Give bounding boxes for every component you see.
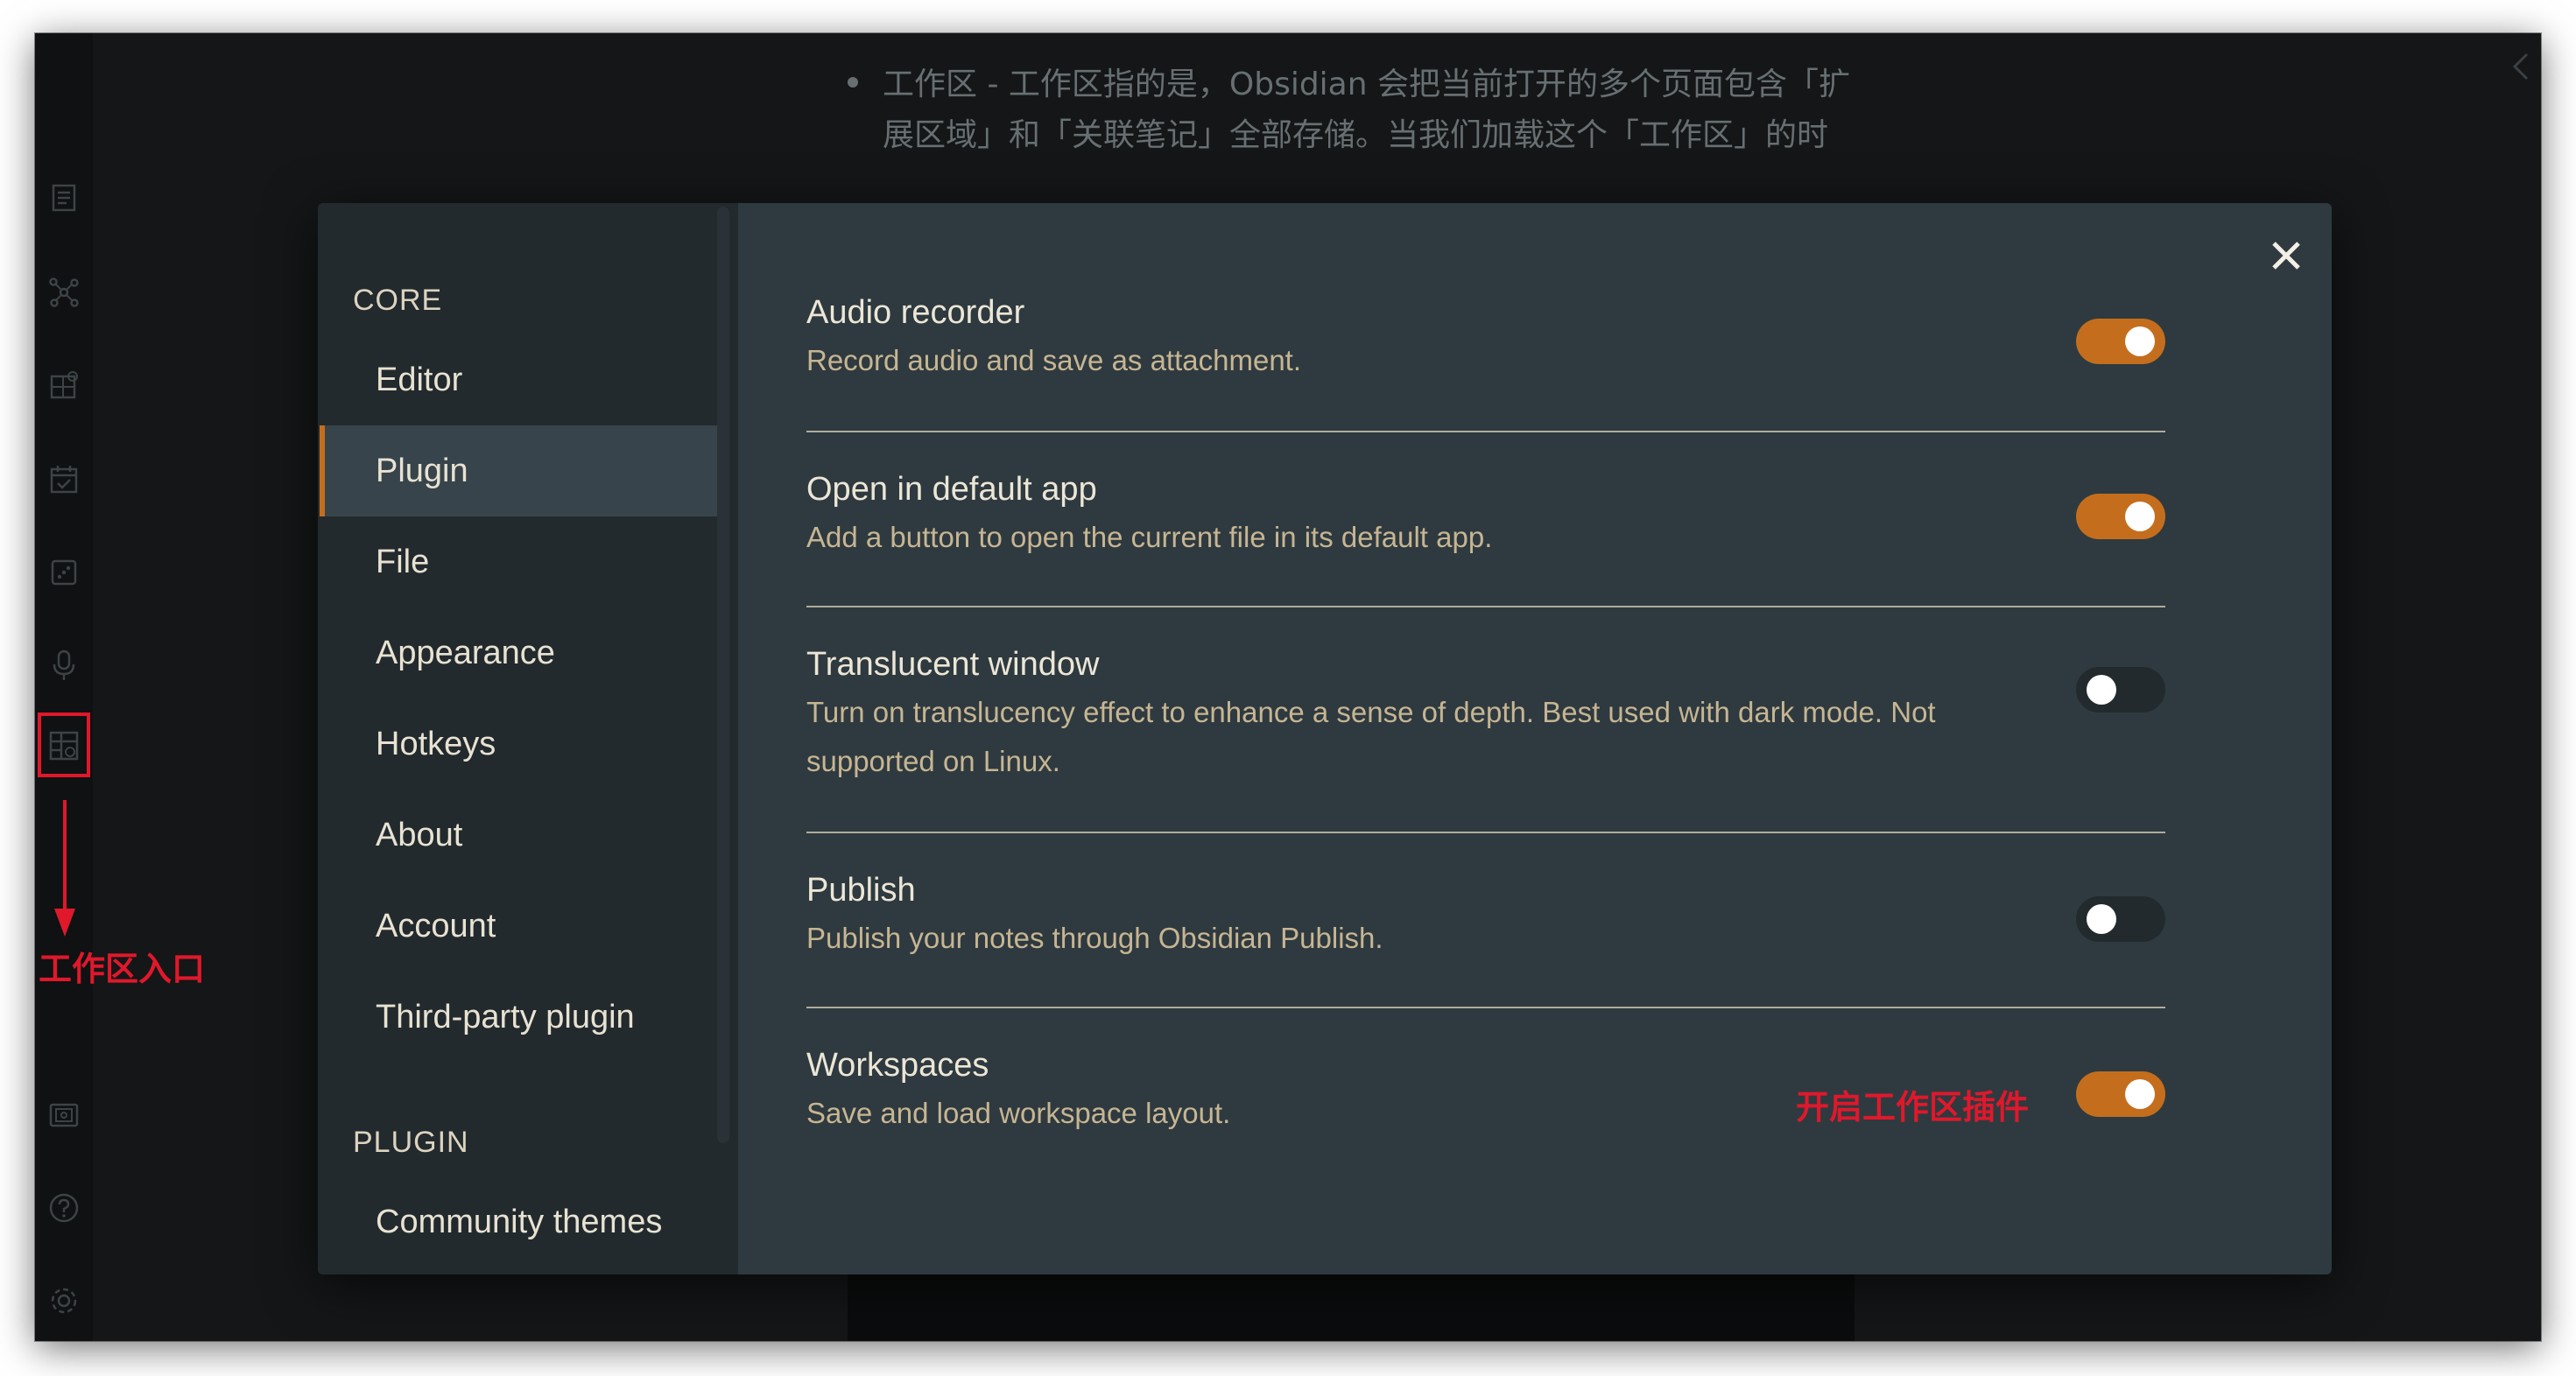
setting-description: Publish your notes through Obsidian Publ… — [806, 922, 1383, 954]
microphone-icon[interactable] — [46, 648, 81, 683]
expand-right-icon[interactable] — [2508, 49, 2534, 88]
annotation-arrow-icon — [54, 800, 75, 944]
close-button[interactable] — [2260, 229, 2312, 282]
background-line: 展区域」和「关联笔记」全部存储。当我们加载这个「工作区」的时 — [883, 117, 1829, 153]
dice-icon[interactable] — [46, 555, 81, 590]
divider — [806, 1007, 2165, 1008]
settings-modal: CORE Editor Plugin File Appearance Hotke… — [318, 203, 2332, 1274]
nav-third-party-plugin[interactable]: Third-party plugin — [320, 972, 717, 1063]
nav-appearance[interactable]: Appearance — [320, 607, 717, 699]
toggle-knob — [2087, 675, 2116, 705]
obsidian-window: 工作区入口 工作区 - 工作区指的是，Obsidian 会把当前打开的多个页面包… — [35, 33, 2541, 1341]
vault-icon[interactable] — [46, 1098, 81, 1133]
setting-description: Turn on translucency effect to enhance a… — [806, 696, 1936, 777]
nav-hotkeys[interactable]: Hotkeys — [320, 699, 717, 790]
plugin-heading: PLUGIN — [353, 1126, 469, 1159]
setting-publish: Publish Publish your notes through Obsid… — [806, 868, 2165, 1008]
background-document: 工作区 - 工作区指的是，Obsidian 会把当前打开的多个页面包含「扩 展区… — [848, 60, 1855, 161]
gear-icon[interactable] — [46, 1283, 81, 1318]
setting-open-in-default-app: Open in default app Add a button to open… — [806, 467, 2165, 607]
workspace-entry-annotation: 工作区入口 — [39, 950, 206, 988]
toggle-knob — [2125, 326, 2155, 356]
setting-description: Record audio and save as attachment. — [806, 344, 1302, 376]
graph-icon[interactable] — [46, 275, 81, 310]
background-line: 工作区 - 工作区指的是，Obsidian 会把当前打开的多个页面包含「扩 — [883, 67, 1850, 102]
settings-sidebar: CORE Editor Plugin File Appearance Hotke… — [318, 203, 738, 1274]
left-ribbon: 工作区入口 — [35, 33, 205, 1341]
bullet-icon — [848, 77, 858, 88]
setting-name: Open in default app — [806, 471, 1097, 508]
toggle-knob — [2125, 502, 2155, 531]
nav-editor[interactable]: Editor — [320, 334, 717, 425]
divider — [806, 606, 2165, 607]
enable-workspaces-annotation: 开启工作区插件 — [1796, 1088, 2030, 1127]
outline-icon[interactable] — [46, 180, 81, 215]
translucent-window-toggle[interactable] — [2076, 667, 2165, 713]
workspaces-toggle[interactable] — [2076, 1071, 2165, 1117]
nav-about[interactable]: About — [320, 790, 717, 881]
nav-account[interactable]: Account — [320, 881, 717, 972]
setting-description: Add a button to open the current file in… — [806, 521, 1493, 553]
sidebar-scrollbar[interactable] — [717, 207, 729, 1143]
setting-name: Publish — [806, 872, 916, 909]
divider — [806, 832, 2165, 833]
workspace-entry-highlight — [38, 713, 90, 777]
help-icon[interactable] — [46, 1190, 81, 1225]
setting-audio-recorder: Audio recorder Record audio and save as … — [806, 291, 2165, 432]
nav-plugin[interactable]: Plugin — [320, 425, 717, 516]
settings-content: Audio recorder Record audio and save as … — [738, 203, 2332, 1274]
publish-toggle[interactable] — [2076, 896, 2165, 942]
divider — [806, 431, 2165, 432]
close-icon — [2272, 242, 2300, 270]
open-in-default-app-toggle[interactable] — [2076, 494, 2165, 539]
setting-translucent-window: Translucent window Turn on translucency … — [806, 642, 2165, 833]
toggle-knob — [2125, 1079, 2155, 1109]
puzzle-icon[interactable] — [46, 368, 81, 403]
nav-community-themes[interactable]: Community themes — [320, 1176, 717, 1267]
toggle-knob — [2087, 904, 2116, 934]
setting-name: Translucent window — [806, 646, 1100, 683]
setting-name: Audio recorder — [806, 294, 1025, 331]
nav-file[interactable]: File — [320, 516, 717, 607]
calendar-check-icon[interactable] — [46, 462, 81, 497]
audio-recorder-toggle[interactable] — [2076, 319, 2165, 364]
core-heading: CORE — [353, 284, 443, 317]
